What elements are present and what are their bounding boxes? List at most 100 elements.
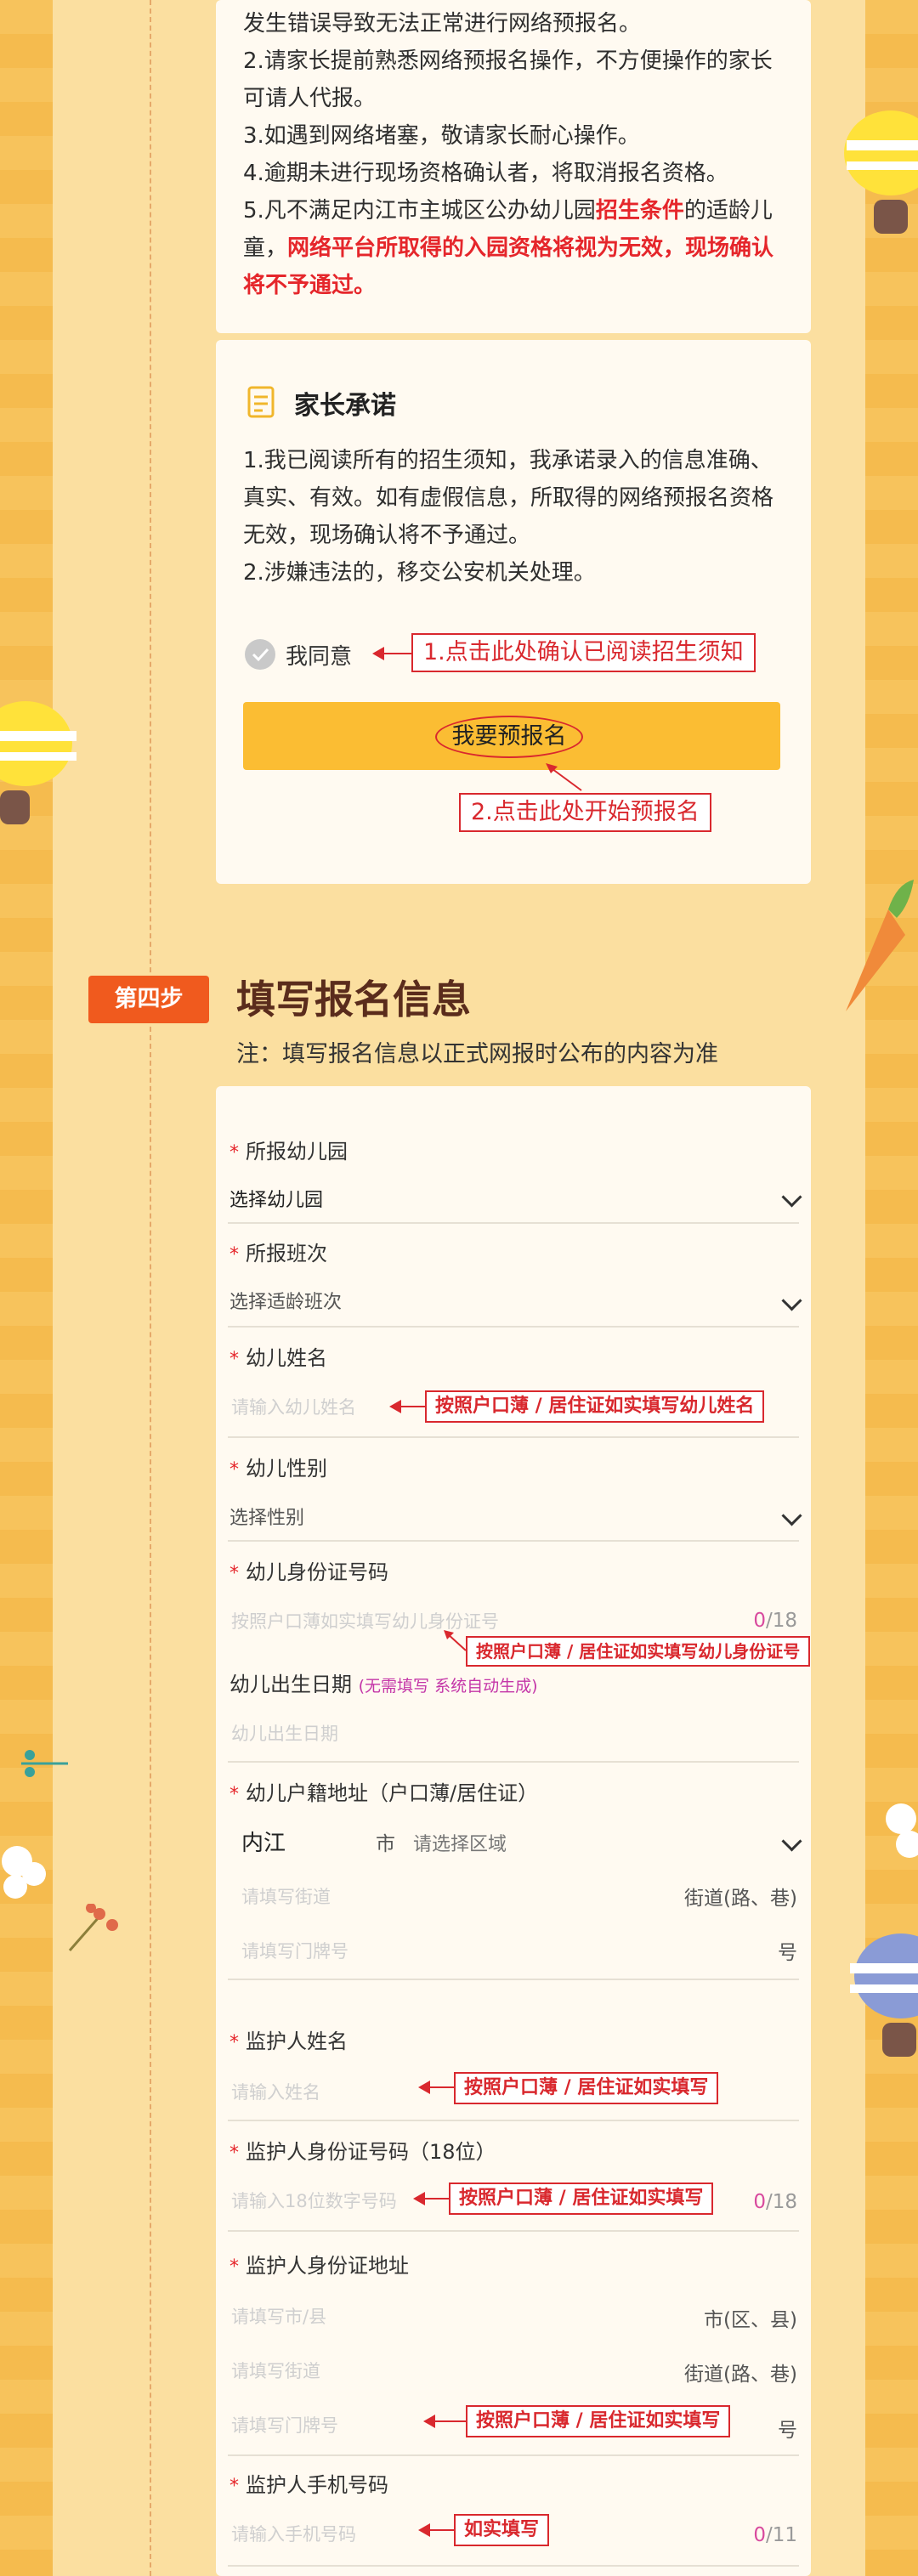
- child-name-label: * 幼儿姓名: [230, 1346, 327, 1370]
- annotation-arrow: [372, 647, 411, 660]
- guardian-city-input[interactable]: 请填写市/县: [231, 2303, 326, 2329]
- promise-line: 真实、有效。如有虚假信息，所取得的网络预报名资格: [243, 485, 774, 511]
- step-badge: 第四步: [88, 976, 209, 1023]
- divider: [228, 2454, 799, 2456]
- city-value: 内江: [241, 1831, 286, 1856]
- guardian-city-suffix: 市(区、县): [704, 2309, 797, 2331]
- notice-text: 5.凡不满足内江市主城区公办幼儿园: [243, 198, 596, 224]
- notice-line: 3.如遇到网络堵塞，敬请家长耐心操作。: [243, 123, 640, 149]
- notice-line: 可请人代报。: [243, 86, 377, 111]
- guardian-name-input[interactable]: 请输入姓名: [231, 2079, 320, 2104]
- street-suffix: 街道(路、巷): [684, 1888, 797, 1910]
- guardian-street-suffix: 街道(路、巷): [684, 2364, 797, 2386]
- divider: [228, 1979, 799, 1980]
- guardian-address-label: * 监护人身份证地址: [230, 2254, 409, 2278]
- child-id-label: * 幼儿身份证号码: [230, 1560, 388, 1584]
- berry-sprig-icon: [68, 1904, 118, 1951]
- notice-line: 4.逾期未进行现场资格确认者，将取消报名资格。: [243, 161, 728, 186]
- gender-label: * 幼儿性别: [230, 1457, 327, 1480]
- notice-highlight: 网络平台所取得的入园资格将视为无效，现场确认: [287, 235, 774, 261]
- guardian-street-input[interactable]: 请填写街道: [231, 2358, 320, 2383]
- annotation-agree-hint: 1.点击此处确认已阅读招生须知: [411, 633, 756, 672]
- gender-select[interactable]: 选择性别: [228, 1491, 799, 1538]
- hot-air-balloon-icon: [0, 701, 76, 824]
- notice-line: 发生错误导致无法正常进行网络预报名。: [243, 11, 642, 37]
- guardian-door-suffix: 号: [778, 2420, 797, 2442]
- door-input[interactable]: 请填写门牌号: [241, 1938, 348, 1963]
- annotation-guardian-id-hint: 按照户口薄 / 居住证如实填写: [449, 2183, 714, 2215]
- agree-checkbox[interactable]: [245, 639, 275, 670]
- left-stripe-border: [0, 0, 53, 2576]
- annotation-arrow: [389, 1400, 425, 1413]
- notice-line: 5.凡不满足内江市主城区公办幼儿园招生条件的适龄儿: [243, 192, 773, 229]
- promise-line: 1.我已阅读所有的招生须知，我承诺录入的信息准确、: [243, 448, 773, 473]
- divider: [228, 1540, 799, 1542]
- notice-line: 将不予通过。: [243, 273, 377, 298]
- kindergarten-label: * 所报幼儿园: [230, 1140, 348, 1163]
- birth-label: 幼儿出生日期 (无需填写 系统自动生成): [230, 1673, 538, 1696]
- step-title: 填写报名信息: [236, 977, 471, 1022]
- divider: [228, 1436, 799, 1438]
- annotation-apply-hint: 2.点击此处开始预报名: [459, 793, 711, 832]
- step-note: 注：填写报名信息以正式网报时公布的内容为准: [236, 1041, 718, 1067]
- gender-value: 选择性别: [230, 1508, 305, 1529]
- berry-sprig-icon: [21, 1750, 68, 1777]
- street-input[interactable]: 请填写街道: [241, 1883, 331, 1909]
- divider: [228, 1326, 799, 1328]
- kindergarten-value: 选择幼儿园: [230, 1190, 324, 1211]
- annotation-arrow: [423, 2415, 466, 2428]
- district-placeholder: 请选择区域: [413, 1834, 507, 1855]
- hot-air-balloon-icon: [850, 1933, 918, 2057]
- guardian-phone-input[interactable]: 请输入手机号码: [231, 2521, 356, 2546]
- divider: [228, 1761, 799, 1763]
- child-address-label: * 幼儿户籍地址（户口薄/居住证）: [230, 1781, 539, 1805]
- kindergarten-select[interactable]: 选择幼儿园: [228, 1173, 799, 1220]
- district-select[interactable]: 请选择区域: [410, 1819, 799, 1861]
- flower-icon: [886, 1803, 918, 1858]
- notice-line: 2.请家长提前熟悉网络预报名操作，不方便操作的家长: [243, 48, 773, 74]
- annotation-guardian-name-hint: 按照户口薄 / 居住证如实填写: [454, 2072, 719, 2104]
- guardian-phone-label: * 监护人手机号码: [230, 2473, 388, 2497]
- door-suffix: 号: [778, 1942, 797, 1964]
- birth-date-field: 幼儿出生日期: [231, 1724, 338, 1744]
- city-suffix: 市: [376, 1833, 395, 1855]
- divider: [228, 2565, 799, 2567]
- annotation-child-id-hint: 按照户口薄 / 居住证如实填写幼儿身份证号: [466, 1636, 811, 1667]
- child-id-counter: 0/18: [753, 1610, 797, 1632]
- guardian-door-input[interactable]: 请填写门牌号: [231, 2412, 338, 2437]
- agree-label[interactable]: 我同意: [286, 639, 352, 671]
- promise-line: 2.涉嫌违法的，移交公安机关处理。: [243, 560, 596, 586]
- guardian-phone-counter: 0/11: [753, 2524, 797, 2546]
- annotation-arrow: [546, 763, 582, 791]
- guardian-name-label: * 监护人姓名: [230, 2030, 348, 2053]
- divider: [228, 1222, 799, 1224]
- divider: [228, 2120, 799, 2121]
- check-icon: [252, 648, 269, 662]
- carrot-icon: [846, 880, 914, 1011]
- notice-highlight: 招生条件: [595, 198, 684, 224]
- notice-text: 的适龄儿: [683, 198, 773, 224]
- right-stripe-border: [865, 0, 918, 2576]
- annotation-arrow: [444, 1630, 467, 1651]
- apply-button-label[interactable]: 我要预报名: [435, 716, 583, 758]
- guardian-id-counter: 0/18: [753, 2191, 797, 2213]
- annotation-child-name-hint: 按照户口薄 / 居住证如实填写幼儿姓名: [425, 1390, 765, 1423]
- promise-line: 无效，现场确认将不予通过。: [243, 523, 531, 548]
- flower-icon: [2, 1846, 46, 1899]
- class-select[interactable]: 选择适龄班次: [228, 1275, 799, 1322]
- guardian-id-input[interactable]: 请输入18位数字号码: [231, 2188, 397, 2213]
- annotation-phone-hint: 如实填写: [454, 2514, 550, 2546]
- promise-title: 家长承诺: [294, 391, 396, 421]
- notepad-icon: [247, 386, 275, 418]
- class-label: * 所报班次: [230, 1242, 327, 1265]
- notice-text: 童，: [243, 235, 288, 261]
- child-name-input[interactable]: 请输入幼儿姓名: [231, 1394, 356, 1419]
- class-value: 选择适龄班次: [230, 1292, 343, 1313]
- annotation-arrow: [418, 2523, 454, 2537]
- annotation-arrow: [413, 2192, 449, 2205]
- divider: [228, 2230, 799, 2232]
- annotation-arrow: [418, 2081, 454, 2094]
- hot-air-balloon-icon: [844, 110, 918, 234]
- annotation-guardian-address-hint: 按照户口薄 / 居住证如实填写: [466, 2405, 731, 2437]
- guardian-id-label: * 监护人身份证号码（18位）: [230, 2140, 496, 2164]
